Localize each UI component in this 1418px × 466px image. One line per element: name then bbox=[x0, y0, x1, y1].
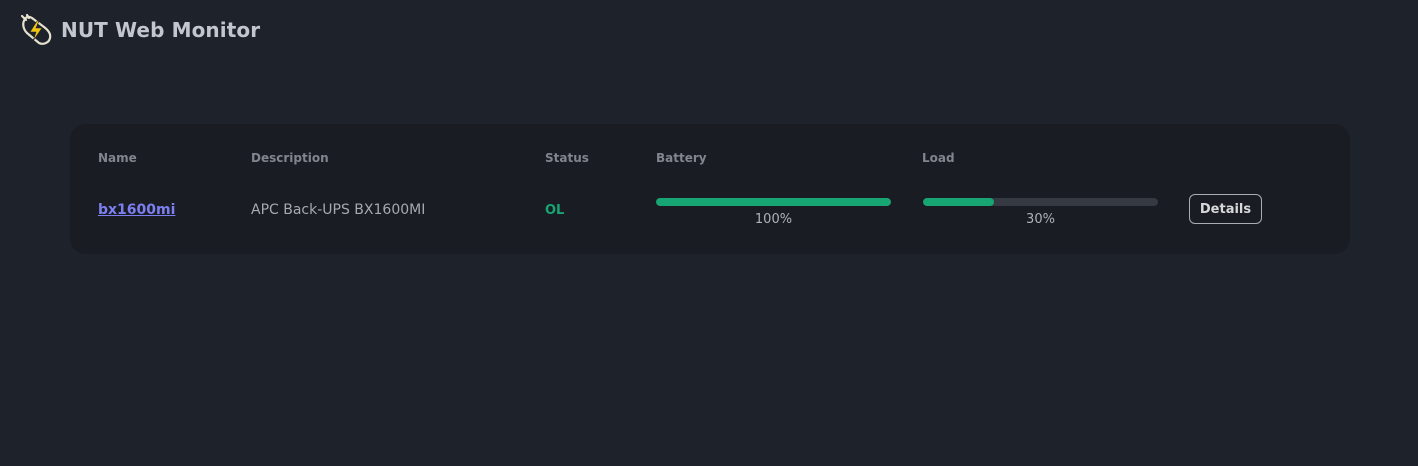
column-header-battery: Battery bbox=[656, 151, 707, 165]
column-header-name: Name bbox=[98, 151, 137, 165]
battery-percent-label: 100% bbox=[754, 212, 793, 227]
load-progress: 30% bbox=[923, 198, 1158, 227]
load-percent-label: 30% bbox=[1026, 212, 1055, 227]
app-title: NUT Web Monitor bbox=[61, 18, 261, 42]
column-header-load: Load bbox=[922, 151, 955, 165]
status-badge: OL bbox=[545, 203, 565, 218]
column-header-status: Status bbox=[545, 151, 589, 165]
column-header-description: Description bbox=[251, 151, 329, 165]
ups-table-card: Name Description Status Battery Load bx1… bbox=[70, 124, 1350, 254]
ups-name-link[interactable]: bx1600mi bbox=[98, 202, 175, 218]
battery-bar-fill bbox=[656, 198, 891, 206]
plug-bolt-icon bbox=[20, 13, 52, 45]
details-button[interactable]: Details bbox=[1189, 194, 1262, 224]
battery-bar-track bbox=[656, 198, 891, 206]
app-header: NUT Web Monitor bbox=[19, 13, 260, 47]
load-bar-fill bbox=[923, 198, 994, 206]
load-bar-track bbox=[923, 198, 1158, 206]
ups-description: APC Back-UPS BX1600MI bbox=[251, 202, 426, 218]
battery-progress: 100% bbox=[656, 198, 891, 227]
